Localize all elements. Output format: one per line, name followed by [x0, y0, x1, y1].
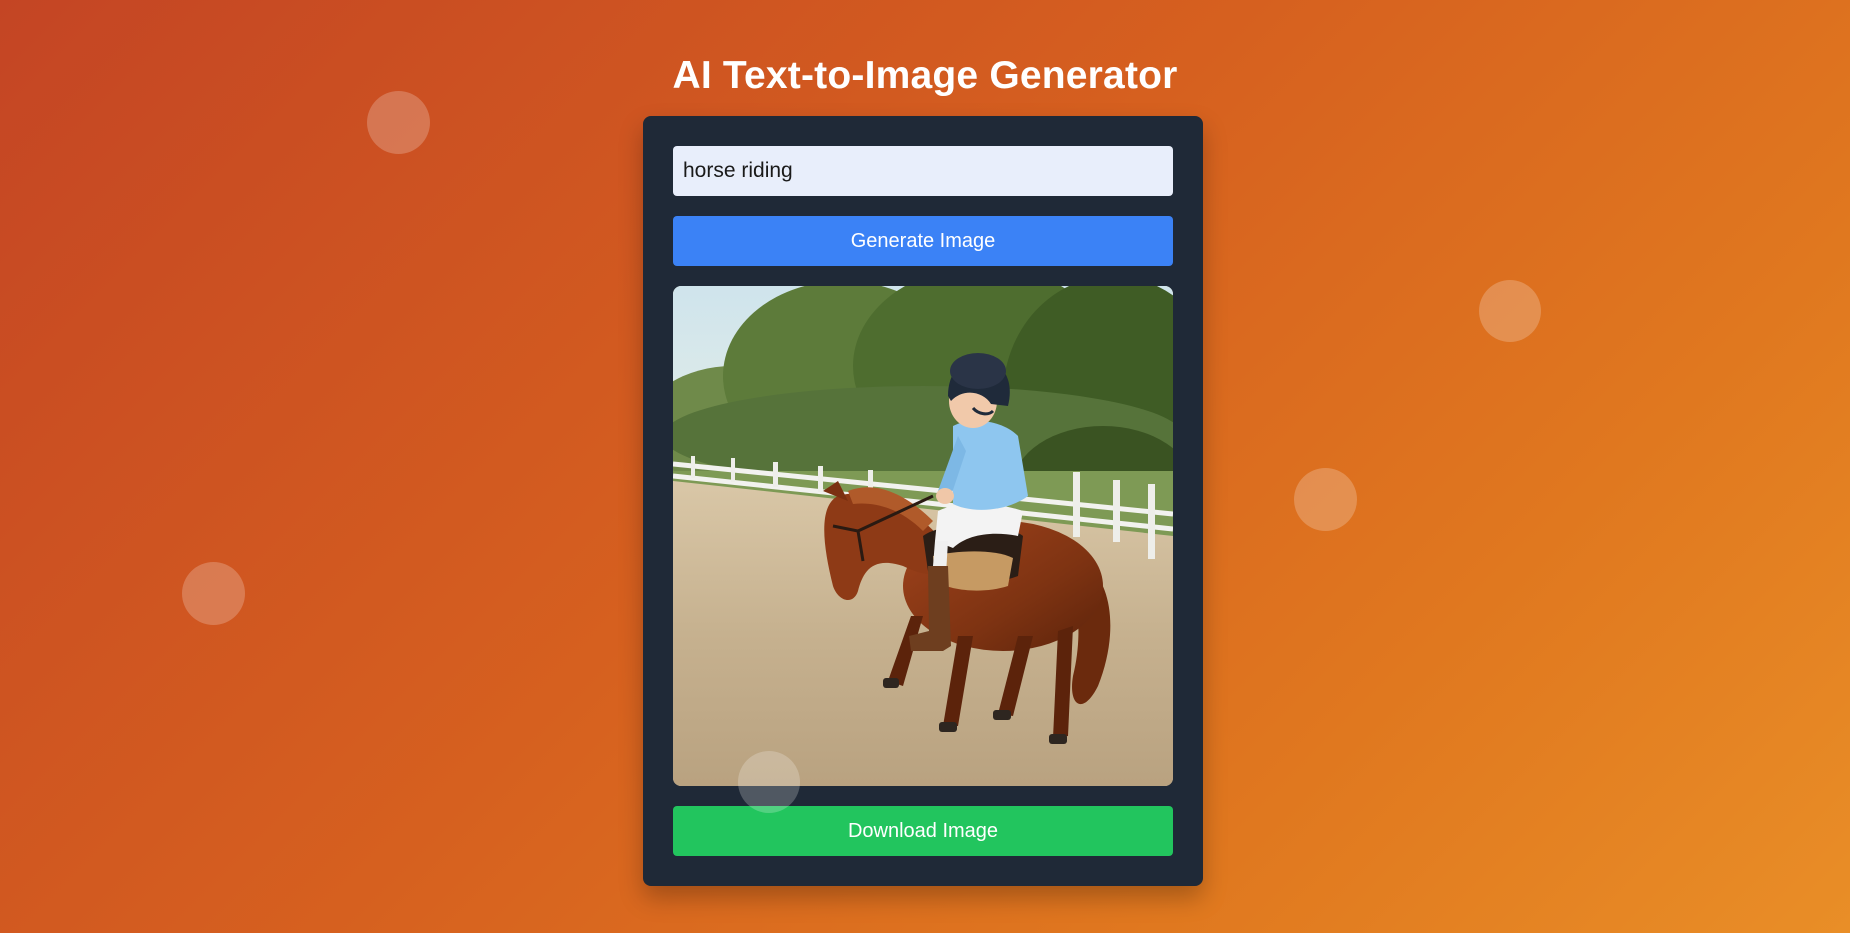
generated-image — [673, 286, 1173, 786]
generated-image-illustration — [673, 286, 1173, 786]
decorative-bubble — [1294, 468, 1357, 531]
download-image-button[interactable]: Download Image — [673, 806, 1173, 856]
decorative-bubble — [182, 562, 245, 625]
decorative-bubble — [1479, 280, 1541, 342]
generator-card: Generate Image — [643, 116, 1203, 886]
page-title: AI Text-to-Image Generator — [672, 54, 1178, 97]
generate-image-button[interactable]: Generate Image — [673, 216, 1173, 266]
page-background: { "header": { "title": "AI Text-to-Image… — [0, 0, 1850, 933]
prompt-input[interactable] — [673, 146, 1173, 196]
